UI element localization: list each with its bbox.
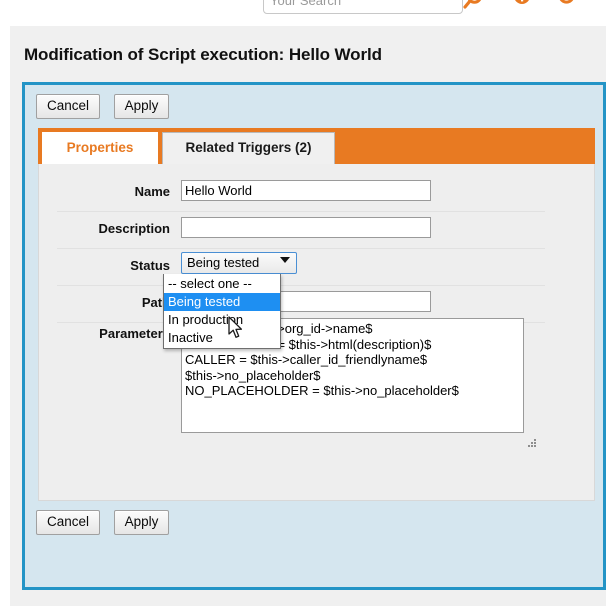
- status-label: Status: [130, 258, 170, 273]
- status-option-being-tested[interactable]: Being tested: [164, 293, 280, 311]
- toolbar-top: Cancel Apply: [36, 94, 179, 119]
- name-input[interactable]: [181, 180, 431, 201]
- page-title: Modification of Script execution: Hello …: [24, 45, 382, 64]
- search-box[interactable]: [263, 0, 463, 14]
- top-search-bar: [0, 0, 606, 26]
- status-option-select-one[interactable]: -- select one --: [164, 275, 280, 293]
- user-menu-icon[interactable]: [555, 0, 583, 12]
- cancel-button-bottom[interactable]: Cancel: [36, 510, 101, 535]
- search-input[interactable]: [270, 0, 456, 10]
- cancel-button-top[interactable]: Cancel: [36, 94, 101, 119]
- status-option-inactive[interactable]: Inactive: [164, 329, 280, 347]
- status-select-dropdown[interactable]: -- select one -- Being tested In product…: [163, 274, 281, 349]
- apply-button-top[interactable]: Apply: [113, 94, 170, 119]
- tab-properties[interactable]: Properties: [42, 132, 158, 164]
- description-label: Description: [98, 221, 170, 236]
- path-label: Path: [141, 295, 170, 310]
- properties-form: Name Description Status Being tested Pat…: [38, 164, 595, 501]
- page-container: Modification of Script execution: Hello …: [10, 26, 606, 606]
- name-label: Name: [134, 184, 170, 199]
- form-row-status: Status Being tested: [57, 248, 545, 286]
- status-select[interactable]: Being tested: [181, 252, 297, 274]
- tab-strip: Properties Related Triggers (2): [38, 128, 595, 164]
- parameters-label: Parameters: [99, 326, 170, 341]
- form-row-description: Description: [57, 211, 545, 249]
- apply-button-bottom[interactable]: Apply: [113, 510, 170, 535]
- form-row-parameters: Parameters $this->caller_id->org_id->nam…: [57, 316, 545, 476]
- chevron-down-icon: [280, 257, 290, 263]
- textarea-resize-grip[interactable]: [525, 438, 537, 450]
- search-icon[interactable]: [462, 0, 490, 12]
- form-row-name: Name: [57, 174, 545, 212]
- status-option-in-production[interactable]: In production: [164, 311, 280, 329]
- tab-related-triggers[interactable]: Related Triggers (2): [162, 132, 335, 164]
- edit-panel: Cancel Apply Properties Related Triggers…: [22, 82, 606, 590]
- description-input[interactable]: [181, 217, 431, 238]
- toolbar-bottom: Cancel Apply: [36, 510, 179, 535]
- info-icon[interactable]: [508, 0, 536, 12]
- status-select-value: Being tested: [187, 255, 260, 270]
